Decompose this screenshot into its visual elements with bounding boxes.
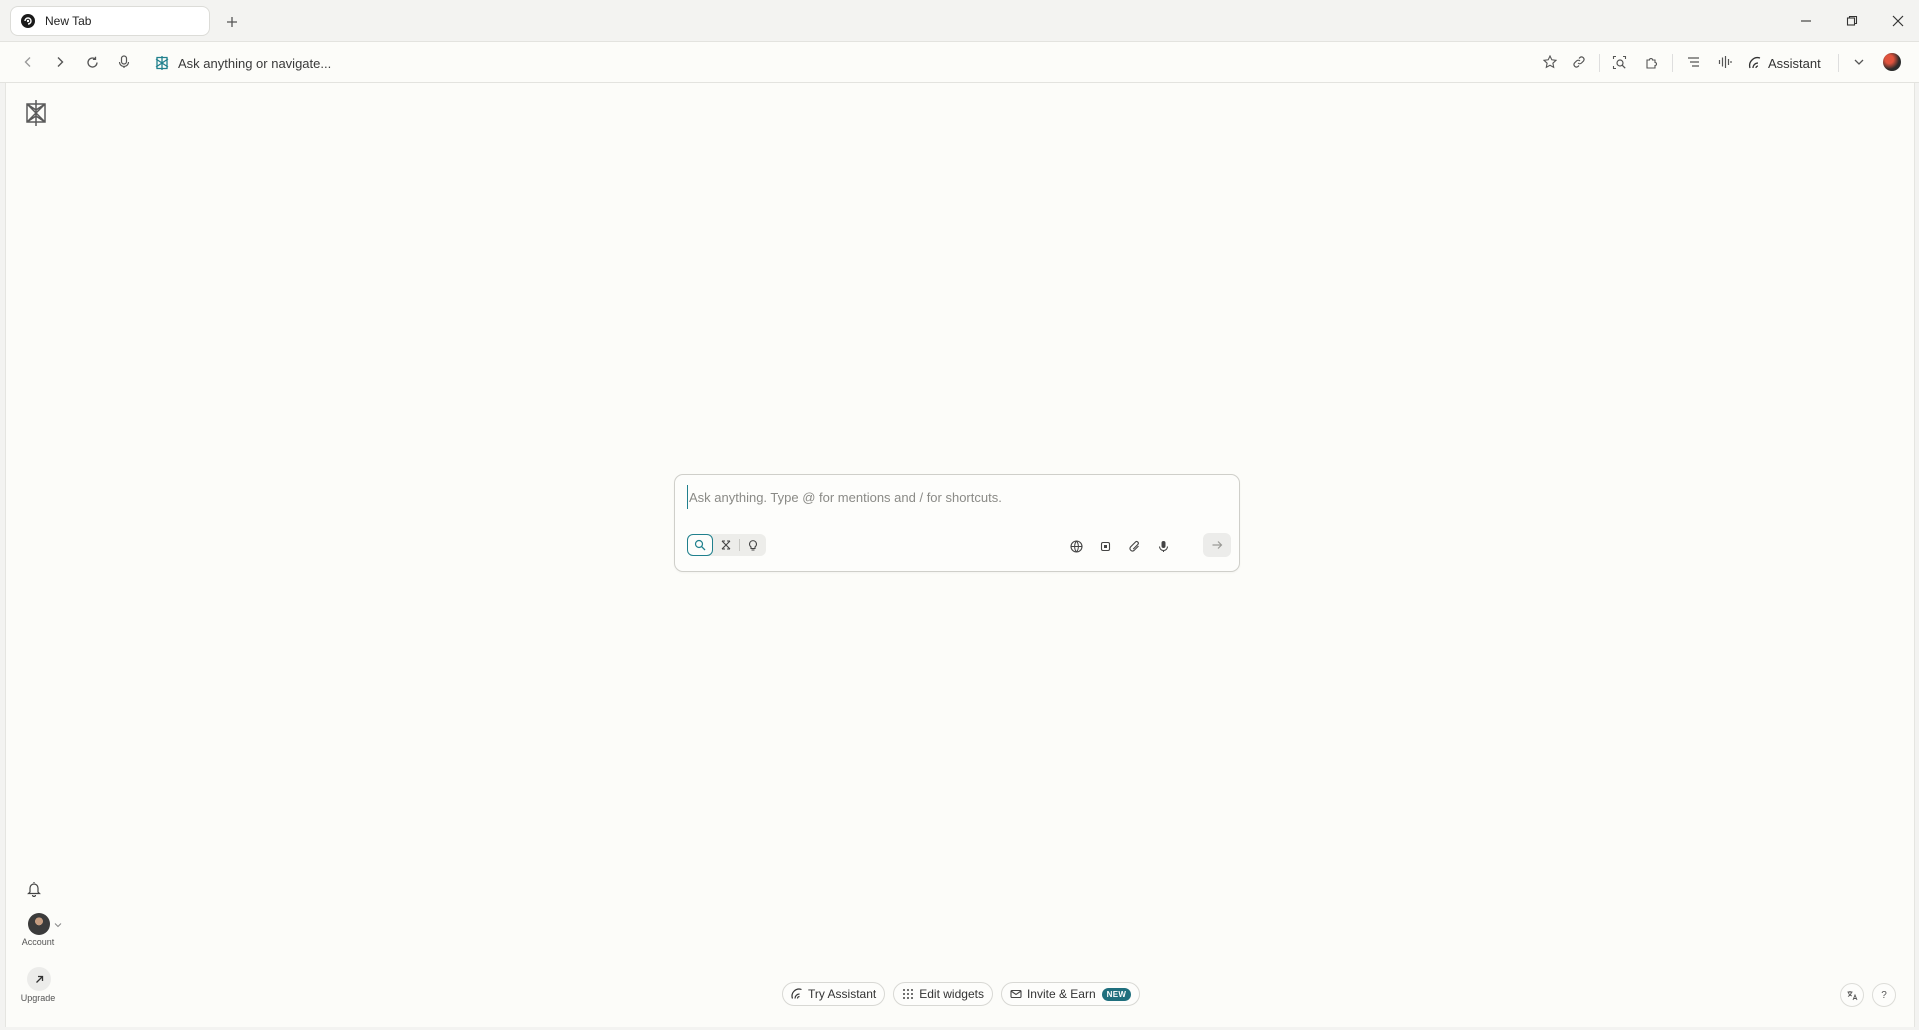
microphone-icon xyxy=(1158,540,1168,552)
labs-mode-button[interactable] xyxy=(740,534,766,556)
account-button[interactable]: Account xyxy=(16,913,62,947)
avatar xyxy=(28,913,50,935)
notifications-button[interactable] xyxy=(26,881,44,899)
search-icon xyxy=(694,539,706,551)
chevron-down-icon xyxy=(54,921,62,929)
submit-button[interactable] xyxy=(1203,533,1231,557)
search-box xyxy=(674,474,1240,572)
new-tab-page: Account Upgrade Try Assistant Edit widge… xyxy=(5,83,1915,1027)
help-icon: ? xyxy=(1881,989,1887,1001)
waveform-icon xyxy=(1718,56,1732,68)
reading-list-button[interactable] xyxy=(1683,52,1703,72)
restore-icon xyxy=(1846,15,1858,26)
back-button[interactable] xyxy=(18,52,38,72)
arrow-right-icon xyxy=(1212,541,1223,549)
extensions-button[interactable] xyxy=(1642,52,1662,72)
new-badge: NEW xyxy=(1101,987,1132,1001)
audio-button[interactable] xyxy=(1715,52,1735,72)
help-button[interactable]: ? xyxy=(1872,983,1896,1007)
bell-icon xyxy=(27,882,41,897)
forward-button[interactable] xyxy=(50,52,70,72)
translate-icon xyxy=(1847,991,1858,1001)
omnibox-placeholder: Ask anything or navigate... xyxy=(178,55,332,71)
paperclip-icon xyxy=(1128,540,1139,552)
chevron-down-icon xyxy=(1854,59,1864,65)
page-search-button[interactable] xyxy=(1609,52,1629,72)
tab-menu-button[interactable] xyxy=(1849,52,1869,72)
toolbar-divider xyxy=(1599,54,1600,72)
search-input[interactable] xyxy=(687,485,1211,509)
globe-icon xyxy=(1069,539,1083,553)
restore-button[interactable] xyxy=(1841,10,1863,32)
assistant-button[interactable]: Assistant xyxy=(1748,52,1821,74)
plus-icon xyxy=(227,17,237,27)
try-assistant-button[interactable]: Try Assistant xyxy=(782,982,886,1006)
voice-search-button[interactable] xyxy=(114,52,134,72)
forward-arrow-icon xyxy=(57,57,64,67)
edit-widgets-button[interactable]: Edit widgets xyxy=(893,982,993,1006)
copy-link-button[interactable] xyxy=(1569,52,1589,72)
link-icon xyxy=(1573,56,1585,68)
source-web-button[interactable] xyxy=(1067,537,1085,555)
upgrade-button[interactable]: Upgrade xyxy=(16,967,60,1003)
tab-new-tab[interactable]: New Tab xyxy=(10,6,210,36)
assistant-label: Assistant xyxy=(1768,55,1821,71)
title-bar: New Tab xyxy=(0,0,1919,41)
invite-earn-button[interactable]: Invite & Earn NEW xyxy=(1000,982,1141,1006)
new-tab-button[interactable] xyxy=(222,12,242,32)
search-mode-button[interactable] xyxy=(687,534,713,556)
attach-file-button[interactable] xyxy=(1125,537,1143,555)
toolbar-divider xyxy=(1838,54,1839,72)
minimize-icon xyxy=(1801,20,1811,22)
reload-icon xyxy=(86,56,98,68)
footer-actions: Try Assistant Edit widgets Invite & Earn… xyxy=(782,982,1141,1006)
research-mode-button[interactable] xyxy=(713,534,739,556)
chip-icon xyxy=(1100,541,1110,551)
grid-icon xyxy=(903,989,914,999)
perplexity-logo-icon[interactable] xyxy=(22,98,50,128)
assistant-icon xyxy=(791,988,802,999)
mail-icon xyxy=(1010,989,1022,999)
browser-toolbar: Ask anything or navigate... Assistant xyxy=(0,41,1919,83)
star-icon xyxy=(1543,55,1557,69)
upgrade-label: Upgrade xyxy=(20,993,56,1003)
research-icon xyxy=(721,540,731,550)
tab-title: New Tab xyxy=(45,14,92,28)
assistant-icon xyxy=(1749,57,1761,69)
list-icon xyxy=(1687,57,1699,67)
invite-earn-label: Invite & Earn xyxy=(1026,987,1096,1001)
puzzle-icon xyxy=(1646,58,1657,69)
close-icon xyxy=(1892,15,1904,27)
model-selector-button[interactable] xyxy=(1096,537,1114,555)
minimize-button[interactable] xyxy=(1795,10,1817,32)
account-label: Account xyxy=(21,937,55,947)
search-mode-selector xyxy=(687,534,766,556)
bookmark-button[interactable] xyxy=(1540,52,1560,72)
dictation-button[interactable] xyxy=(1154,537,1172,555)
lightbulb-icon xyxy=(748,540,758,551)
back-arrow-icon xyxy=(24,57,31,67)
perplexity-logo-icon xyxy=(155,56,169,70)
close-window-button[interactable] xyxy=(1887,10,1909,32)
perplexity-icon xyxy=(21,14,35,28)
omnibox[interactable]: Ask anything or navigate... xyxy=(154,53,331,73)
toolbar-divider xyxy=(1672,54,1673,72)
try-assistant-label: Try Assistant xyxy=(808,987,877,1001)
reload-button[interactable] xyxy=(82,52,102,72)
language-button[interactable] xyxy=(1840,983,1864,1007)
edit-widgets-label: Edit widgets xyxy=(919,987,984,1001)
arrow-up-right-icon xyxy=(27,967,51,991)
page-search-icon xyxy=(1612,55,1626,69)
microphone-icon xyxy=(118,55,130,68)
profile-avatar[interactable] xyxy=(1883,53,1901,71)
